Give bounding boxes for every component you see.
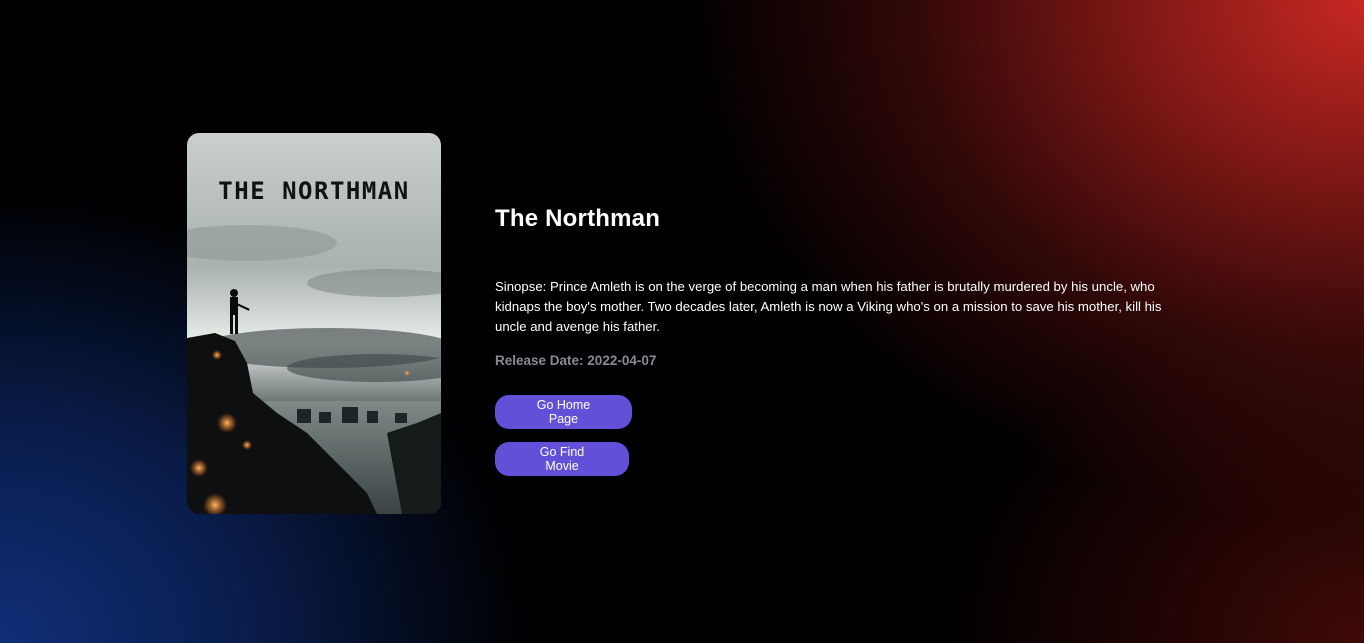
movie-title: The Northman	[495, 205, 661, 232]
go-find-movie-button[interactable]: Go Find Movie	[495, 442, 629, 476]
poster-title: THE NORTHMAN	[218, 177, 409, 205]
movie-synopsis: Sinopse: Prince Amleth is on the verge o…	[495, 279, 1162, 334]
movie-details: The Northman Sinopse: Prince Amleth is o…	[495, 205, 1195, 368]
movie-poster: THE NORTHMAN	[187, 133, 441, 514]
go-home-button[interactable]: Go Home Page	[495, 395, 632, 429]
release-date: Release Date: 2022-04-07	[495, 353, 657, 368]
